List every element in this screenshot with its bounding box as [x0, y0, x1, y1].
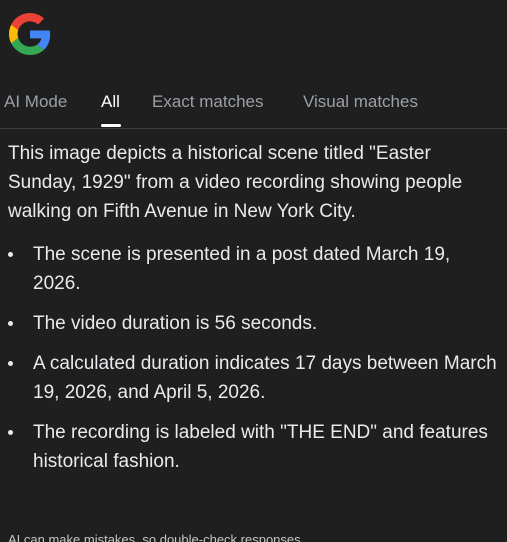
- bullet-text: The recording is labeled with "THE END" …: [33, 422, 488, 472]
- bullet-dot-icon: [8, 321, 13, 326]
- tab-exact-matches[interactable]: Exact matches: [152, 92, 264, 112]
- google-logo-icon[interactable]: [9, 13, 51, 55]
- bullet-dot-icon: [8, 252, 13, 257]
- list-item: The scene is presented in a post dated M…: [0, 240, 500, 298]
- list-item: The video duration is 56 seconds.: [0, 309, 500, 338]
- ai-overview-bullets: The scene is presented in a post dated M…: [0, 240, 500, 487]
- tab-all[interactable]: All: [101, 92, 120, 112]
- bullet-dot-icon: [8, 430, 13, 435]
- page: AI Mode All Exact matches Visual matches…: [0, 0, 507, 542]
- tab-visual-matches[interactable]: Visual matches: [303, 92, 418, 112]
- bullet-text: The video duration is 56 seconds.: [33, 313, 318, 334]
- list-item: The recording is labeled with "THE END" …: [0, 418, 500, 476]
- bullet-text: The scene is presented in a post dated M…: [33, 244, 451, 294]
- bullet-text: A calculated duration indicates 17 days …: [33, 353, 497, 403]
- active-tab-indicator: [101, 124, 121, 127]
- search-tabs: AI Mode All Exact matches Visual matches: [0, 90, 507, 129]
- tab-ai-mode[interactable]: AI Mode: [4, 92, 67, 112]
- ai-disclaimer: AI can make mistakes, so double-check re…: [8, 532, 301, 542]
- bullet-dot-icon: [8, 361, 13, 366]
- ai-overview-summary: This image depicts a historical scene ti…: [8, 143, 463, 222]
- list-item: A calculated duration indicates 17 days …: [0, 349, 500, 407]
